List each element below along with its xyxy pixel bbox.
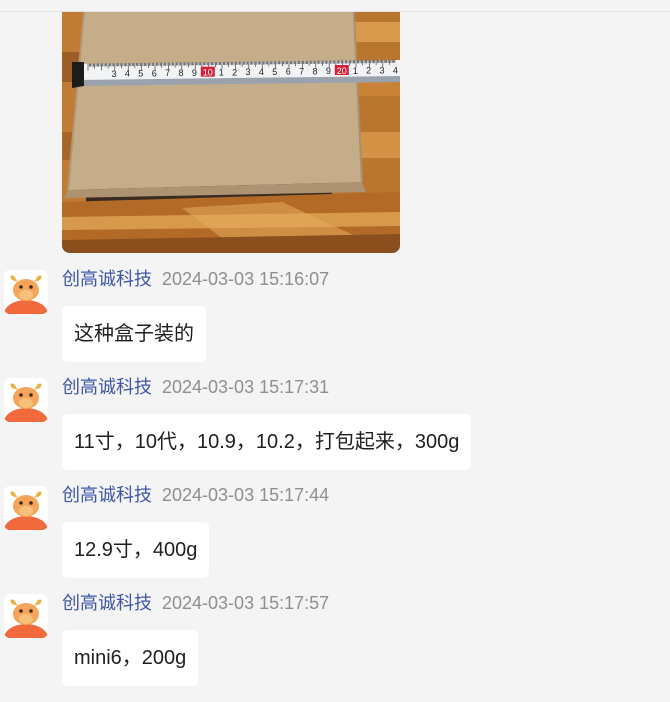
tape-label: 1 [219,68,224,78]
message-header: 创高诚科技 2024-03-03 15:16:07 [62,268,329,290]
tape-label: 7 [165,68,170,78]
message-row: 创高诚科技 2024-03-03 15:17:57 mini6，200g [0,592,670,702]
message-header: 创高诚科技 2024-03-03 15:17:44 [62,484,329,506]
message-header: 创高诚科技 2024-03-03 15:17:57 [62,592,329,614]
message-bubble[interactable]: 11寸，10代，10.9，10.2，打包起来，300g [62,414,472,470]
sender-name[interactable]: 创高诚科技 [62,593,152,613]
tape-label: 3 [111,69,116,79]
tape-label: 5 [272,67,277,77]
message-row: 创高诚科技 2024-03-03 15:17:44 12.9寸，400g [0,484,670,594]
message-bubble[interactable]: 这种盒子装的 [62,306,206,362]
tape-label: 2 [366,66,371,76]
tape-label: 20 [337,66,347,76]
message-timestamp: 2024-03-03 15:17:31 [162,377,330,397]
sender-name[interactable]: 创高诚科技 [62,485,152,505]
tape-label: 6 [152,68,157,78]
avatar[interactable] [4,378,48,422]
tape-label: 4 [393,65,398,75]
message-bubble[interactable]: 12.9寸，400g [62,522,210,578]
tape-label: 8 [178,68,183,78]
sender-name[interactable]: 创高诚科技 [62,269,152,289]
message-header: 创高诚科技 2024-03-03 15:17:31 [62,376,329,398]
avatar[interactable] [4,594,48,638]
tape-label: 4 [125,69,130,79]
message-bubble[interactable]: mini6，200g [62,630,199,686]
message-row: 创高诚科技 2024-03-03 15:16:07 这种盒子装的 [0,268,670,378]
tape-label: 3 [379,66,384,76]
message-timestamp: 2024-03-03 15:16:07 [162,269,330,289]
message-timestamp: 2024-03-03 15:17:44 [162,485,330,505]
tape-label: 2 [232,67,237,77]
message-timestamp: 2024-03-03 15:17:57 [162,593,330,613]
tape-label: 3 [245,67,250,77]
tape-label: 6 [286,67,291,77]
avatar[interactable] [4,486,48,530]
tape-label: 9 [326,66,331,76]
tape-label: 9 [192,68,197,78]
tape-label: 5 [138,69,143,79]
tape-label: 4 [259,67,264,77]
message-row: 创高诚科技 2024-03-03 15:17:31 11寸，10代，10.9，10… [0,376,670,486]
chat-image-message[interactable]: 3 4 5 6 7 8 9 10 1 2 3 4 5 6 7 8 9 20 1 2 3 4 [62,12,400,253]
tape-label: 1 [353,66,358,76]
tape-label: 7 [299,67,304,77]
tape-label: 8 [312,66,317,76]
sender-name[interactable]: 创高诚科技 [62,377,152,397]
tape-label: 10 [203,68,213,78]
avatar[interactable] [4,270,48,314]
